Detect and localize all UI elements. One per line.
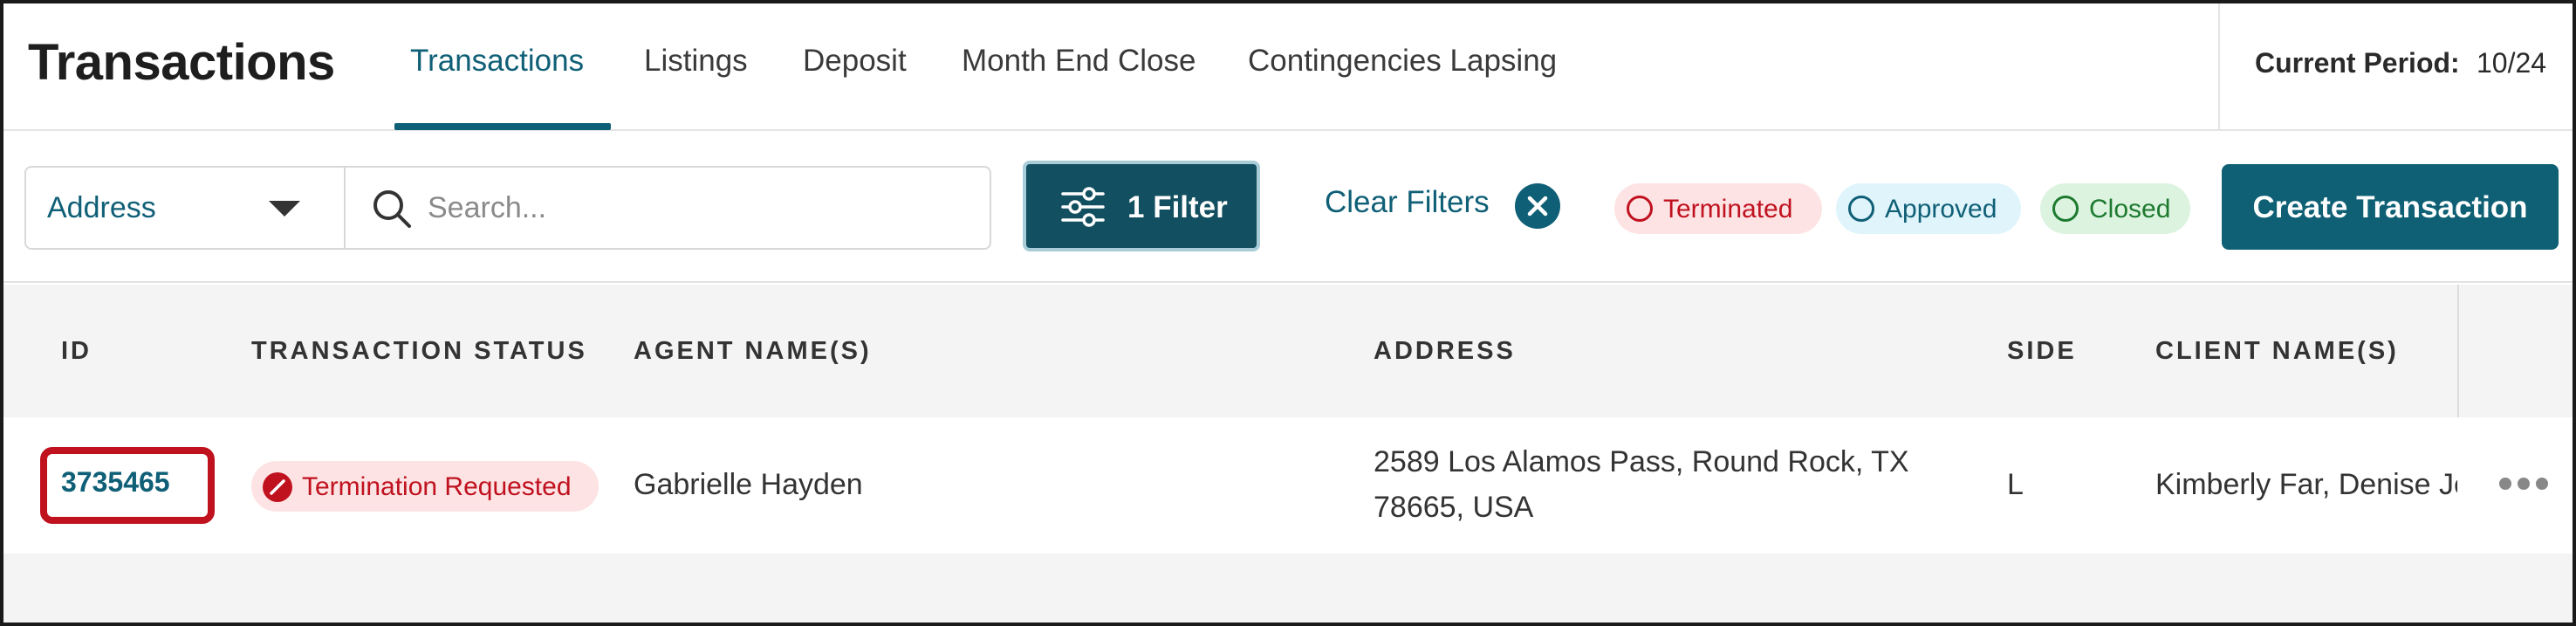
circle-icon	[2052, 196, 2079, 222]
more-dots-icon	[2518, 478, 2530, 490]
page-title: Transactions	[28, 34, 335, 91]
create-transaction-button[interactable]: Create Transaction	[2222, 164, 2559, 250]
tab-deposit[interactable]: Deposit	[803, 44, 907, 79]
create-transaction-label: Create Transaction	[2252, 190, 2528, 224]
page-header: Transactions Transactions Listings Depos…	[3, 3, 2573, 131]
app-frame: Transactions Transactions Listings Depos…	[0, 0, 2576, 626]
table-footer-space	[3, 554, 2573, 623]
current-period-label: Current Period:	[2255, 47, 2460, 79]
sliders-icon	[1061, 187, 1105, 227]
circle-icon	[1627, 196, 1653, 222]
filter-toolbar: Address 1 Filter Clear Filters	[3, 133, 2573, 283]
status-pill-label: Approved	[1885, 195, 1997, 224]
caret-down-icon	[269, 201, 300, 217]
search-group: Address	[24, 166, 991, 250]
search-field-select[interactable]: Address	[26, 168, 346, 248]
more-dots-icon	[2499, 478, 2511, 490]
column-header-address[interactable]: ADDRESS	[1374, 337, 1516, 366]
column-header-client[interactable]: CLIENT NAME(S)	[2155, 337, 2399, 366]
column-header-agent[interactable]: AGENT NAME(S)	[634, 337, 872, 366]
more-actions-button[interactable]	[2497, 471, 2550, 498]
circle-icon	[1848, 196, 1874, 222]
active-tab-indicator	[394, 123, 611, 130]
close-icon	[1527, 196, 1548, 217]
status-pill-label: Closed	[2089, 195, 2171, 224]
column-header-id[interactable]: ID	[61, 337, 92, 366]
status-pill-closed[interactable]: Closed	[2040, 183, 2190, 234]
transaction-id-link[interactable]: 3735465	[61, 466, 170, 499]
prohibited-icon	[263, 472, 292, 502]
table-row[interactable]: 3735465 Termination Requested Gabrielle …	[3, 417, 2573, 554]
transactions-table: ID TRANSACTION STATUS AGENT NAME(S) ADDR…	[3, 285, 2573, 623]
address-line-2: 78665, USA	[1374, 491, 1534, 524]
search-field-select-value: Address	[47, 191, 156, 224]
client-cell: Kimberly Far, Denise Je	[2155, 417, 2457, 554]
side-value: L	[2007, 468, 2024, 501]
search-icon	[373, 190, 411, 228]
clear-filters-button[interactable]	[1515, 183, 1560, 229]
client-names: Kimberly Far, Denise Je	[2155, 468, 2457, 501]
status-badge: Termination Requested	[251, 461, 599, 512]
clear-filters-link[interactable]: Clear Filters	[1325, 185, 1490, 220]
tab-transactions[interactable]: Transactions	[410, 44, 584, 79]
search-input[interactable]	[428, 180, 969, 236]
table-header: ID TRANSACTION STATUS AGENT NAME(S) ADDR…	[3, 285, 2573, 417]
filter-button-label: 1 Filter	[1127, 190, 1228, 224]
filter-button[interactable]: 1 Filter	[1023, 161, 1260, 251]
agent-name: Gabrielle Hayden	[634, 468, 863, 501]
status-badge-label: Termination Requested	[302, 472, 572, 501]
status-pill-label: Terminated	[1663, 195, 1793, 224]
tab-month-end-close[interactable]: Month End Close	[962, 44, 1196, 79]
status-pill-terminated[interactable]: Terminated	[1614, 183, 1822, 234]
more-dots-icon	[2536, 478, 2548, 490]
tab-listings[interactable]: Listings	[644, 44, 748, 79]
current-period-value: 10/24	[2477, 47, 2547, 79]
address-line-1: 2589 Los Alamos Pass, Round Rock, TX	[1374, 445, 1909, 478]
tab-contingencies-lapsing[interactable]: Contingencies Lapsing	[1248, 44, 1557, 79]
column-header-status[interactable]: TRANSACTION STATUS	[251, 337, 587, 366]
column-header-side[interactable]: SIDE	[2007, 337, 2077, 366]
status-pill-approved[interactable]: Approved	[1836, 183, 2021, 234]
current-period: Current Period: 10/24	[2218, 3, 2573, 131]
